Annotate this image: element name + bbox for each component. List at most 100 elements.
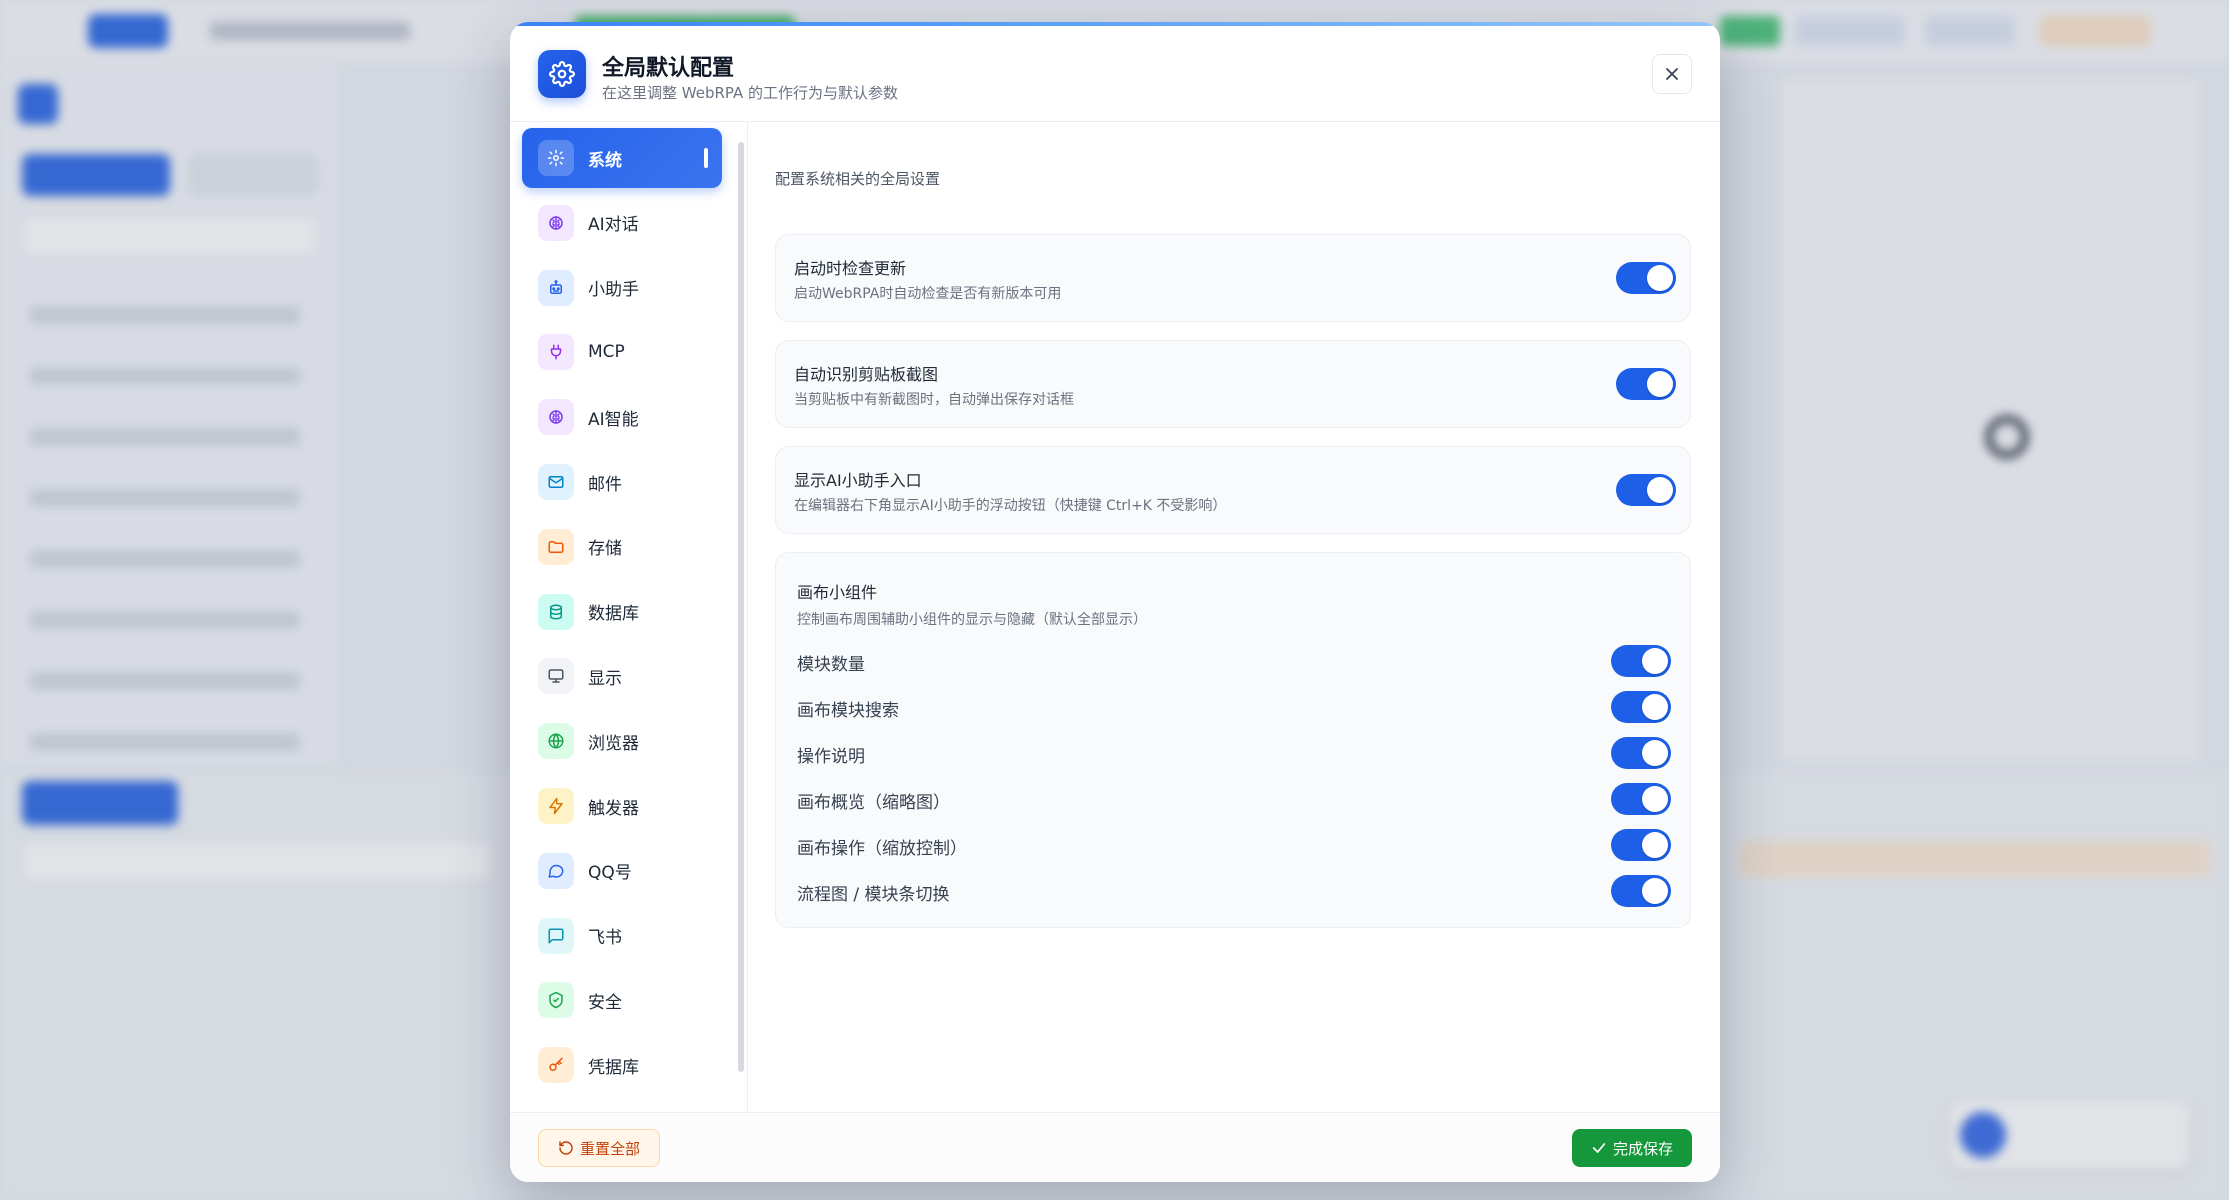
toggle-knob	[1642, 648, 1668, 674]
chat-bubble-icon	[538, 852, 574, 889]
widget-label: 画布操作（缩放控制）	[797, 839, 967, 859]
setting-card-2: 显示AI小助手入口在编辑器右下角显示AI小助手的浮动按钮（快捷键 Ctrl+K …	[775, 446, 1691, 534]
modal-footer: 重置全部 完成保存	[510, 1112, 1720, 1182]
nav-item-label: 邮件	[588, 474, 622, 495]
save-label: 完成保存	[1612, 1139, 1673, 1158]
nav-item-label: 浏览器	[588, 733, 639, 754]
nav-item-label: QQ号	[588, 863, 632, 884]
widget-toggle-5[interactable]	[1611, 875, 1671, 907]
globe-icon	[538, 723, 574, 760]
widget-label: 操作说明	[797, 747, 865, 767]
nav-item-label: 存储	[588, 539, 622, 560]
widget-label: 画布模块搜索	[797, 701, 899, 721]
widgets-title: 画布小组件	[797, 583, 878, 602]
widget-label: 模块数量	[797, 655, 865, 675]
setting-description: 在编辑器右下角显示AI小助手的浮动按钮（快捷键 Ctrl+K 不受影响）	[794, 498, 1227, 514]
nav-item-label: 飞书	[588, 928, 622, 949]
toggle-knob	[1647, 371, 1673, 397]
setting-title: 显示AI小助手入口	[794, 471, 922, 490]
widget-toggle-1[interactable]	[1611, 691, 1671, 723]
rotate-ccw-icon	[559, 1141, 573, 1155]
section-description: 配置系统相关的全局设置	[775, 170, 941, 188]
reset-all-label: 重置全部	[579, 1139, 640, 1158]
nav-item-7[interactable]: 数据库	[522, 582, 722, 642]
check-icon	[1592, 1143, 1606, 1153]
nav-item-label: 安全	[588, 992, 622, 1013]
nav-item-6[interactable]: 存储	[522, 517, 722, 577]
folder-icon	[538, 528, 574, 565]
nav-item-label: 系统	[588, 150, 622, 171]
toggle-knob	[1647, 265, 1673, 291]
nav-item-13[interactable]: 安全	[522, 970, 722, 1030]
settings-content: 配置系统相关的全局设置 启动时检查更新启动WebRPA时自动检查是否有新版本可用…	[748, 122, 1720, 1112]
setting-toggle[interactable]	[1616, 262, 1676, 294]
close-icon	[1666, 68, 1678, 80]
setting-toggle[interactable]	[1616, 474, 1676, 506]
brain-icon	[538, 399, 574, 436]
nav-item-14[interactable]: 凭据库	[522, 1035, 722, 1095]
setting-description: 当剪贴板中有新截图时，自动弹出保存对话框	[794, 392, 1074, 408]
widget-toggle-2[interactable]	[1611, 737, 1671, 769]
nav-item-9[interactable]: 浏览器	[522, 711, 722, 771]
settings-modal: 全局默认配置 在这里调整 WebRPA 的工作行为与默认参数 系统 AI对话小助手…	[510, 22, 1720, 1182]
nav-item-label: MCP	[588, 342, 625, 363]
setting-toggle[interactable]	[1616, 368, 1676, 400]
setting-title: 启动时检查更新	[794, 259, 907, 278]
nav-item-8[interactable]: 显示	[522, 646, 722, 706]
reset-all-button[interactable]: 重置全部	[538, 1129, 660, 1167]
database-icon	[538, 593, 574, 630]
nav-item-10[interactable]: 触发器	[522, 776, 722, 836]
message-square-icon	[538, 917, 574, 954]
setting-title: 自动识别剪贴板截图	[794, 365, 939, 384]
widget-label: 流程图 / 模块条切换	[797, 885, 950, 905]
active-indicator	[704, 148, 708, 168]
widget-toggle-4[interactable]	[1611, 829, 1671, 861]
nav-item-label: AI智能	[588, 409, 639, 430]
toggle-knob	[1642, 786, 1668, 812]
nav-item-label: 显示	[588, 668, 622, 689]
nav-item-label: 凭据库	[588, 1057, 639, 1078]
save-button[interactable]: 完成保存	[1572, 1129, 1692, 1167]
nav-item-0[interactable]: 系统	[522, 128, 722, 188]
widgets-description: 控制画布周围辅助小组件的显示与隐藏（默认全部显示）	[797, 612, 1147, 628]
toggle-knob	[1642, 832, 1668, 858]
nav-item-4[interactable]: AI智能	[522, 387, 722, 447]
nav-item-label: AI对话	[588, 215, 639, 236]
nav-item-3[interactable]: MCP	[522, 322, 722, 382]
modal-title: 全局默认配置	[602, 56, 735, 81]
nav-item-5[interactable]: 邮件	[522, 452, 722, 512]
nav-item-11[interactable]: QQ号	[522, 841, 722, 901]
bolt-icon	[538, 788, 574, 824]
settings-nav: 系统 AI对话小助手 MCP AI智能邮件存储数据库显示浏览器触发器 QQ号飞书安全凭据…	[510, 122, 748, 1112]
close-button[interactable]	[1652, 54, 1692, 94]
setting-card-0: 启动时检查更新启动WebRPA时自动检查是否有新版本可用	[775, 234, 1691, 322]
toggle-knob	[1642, 694, 1668, 720]
widget-label: 画布概览（缩略图）	[797, 793, 950, 813]
key-icon	[538, 1047, 574, 1084]
mail-icon	[538, 464, 574, 500]
widget-toggle-0[interactable]	[1611, 645, 1671, 677]
nav-item-label: 触发器	[588, 798, 639, 819]
gear-icon	[538, 140, 574, 176]
plug-icon	[538, 334, 574, 371]
monitor-icon	[538, 658, 574, 695]
setting-description: 启动WebRPA时自动检查是否有新版本可用	[794, 286, 1062, 302]
setting-card-1: 自动识别剪贴板截图当剪贴板中有新截图时，自动弹出保存对话框	[775, 340, 1691, 428]
nav-item-label: 数据库	[588, 604, 639, 625]
nav-item-12[interactable]: 飞书	[522, 906, 722, 966]
toggle-knob	[1642, 878, 1668, 904]
toggle-knob	[1642, 740, 1668, 766]
modal-subtitle: 在这里调整 WebRPA 的工作行为与默认参数	[602, 84, 899, 102]
widget-toggle-3[interactable]	[1611, 783, 1671, 815]
modal-header: 全局默认配置 在这里调整 WebRPA 的工作行为与默认参数	[510, 26, 1720, 122]
nav-item-2[interactable]: 小助手	[522, 258, 722, 318]
nav-item-label: 小助手	[588, 280, 639, 301]
nav-item-1[interactable]: AI对话	[522, 193, 722, 253]
robot-icon	[538, 269, 574, 306]
canvas-widgets-card: 画布小组件控制画布周围辅助小组件的显示与隐藏（默认全部显示） 模块数量画布模块搜索…	[775, 552, 1691, 928]
nav-scrollbar[interactable]	[738, 142, 744, 1072]
shield-icon	[538, 982, 574, 1019]
gear-icon	[538, 50, 586, 98]
toggle-knob	[1647, 477, 1673, 503]
brain-icon	[538, 204, 574, 241]
